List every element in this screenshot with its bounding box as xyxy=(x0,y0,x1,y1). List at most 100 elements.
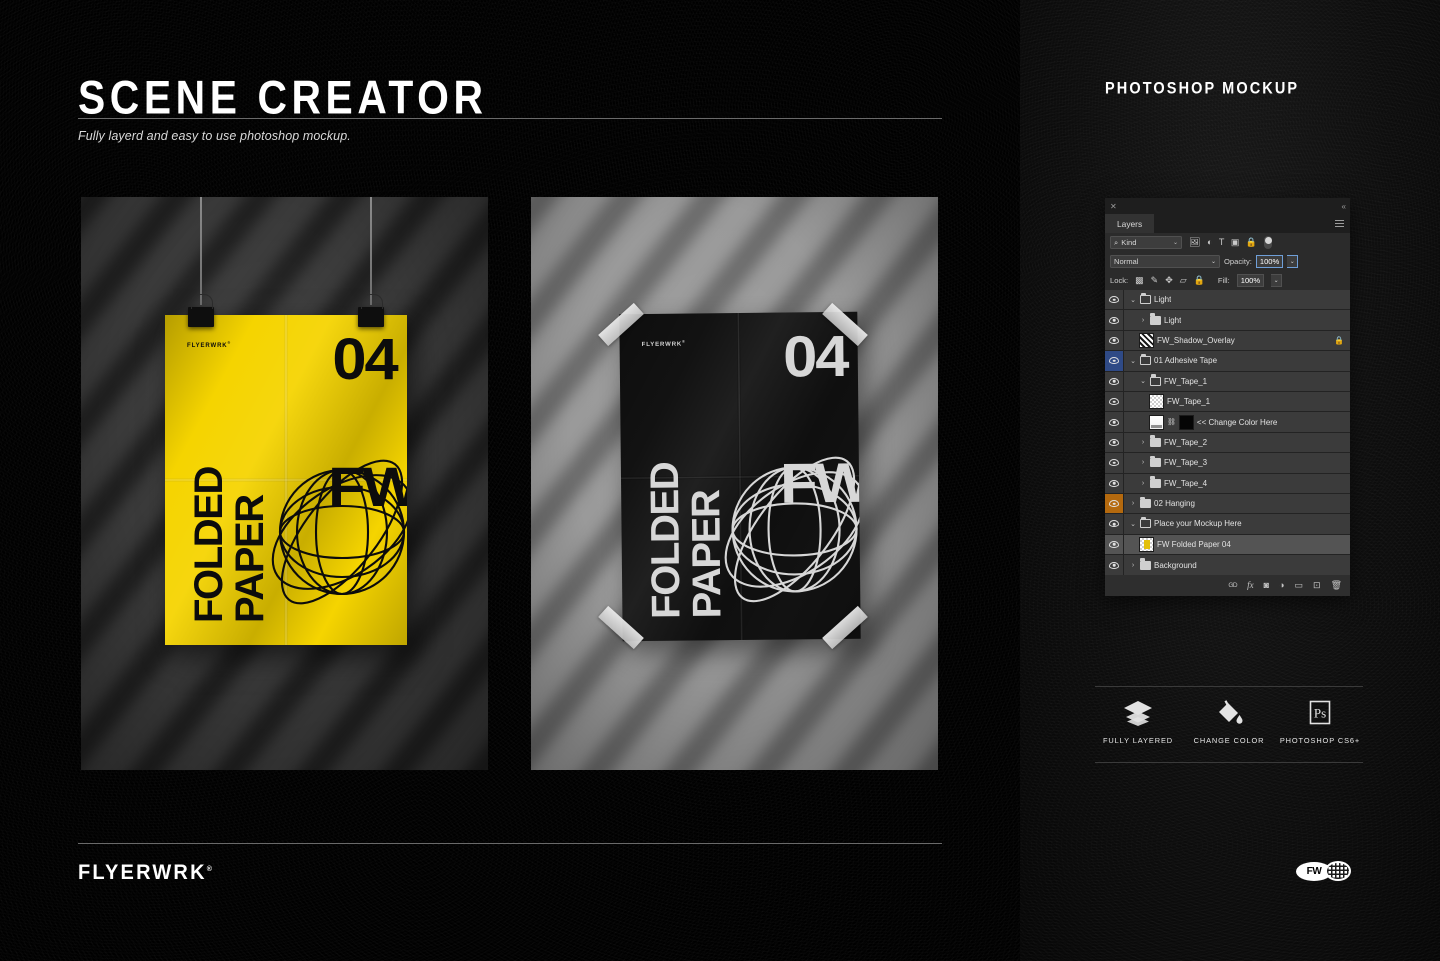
layer-name: << Change Color Here xyxy=(1196,417,1278,427)
add-layer-style-fx-icon[interactable]: fx xyxy=(1247,581,1254,590)
feature-fully-layered: FULLY LAYERED xyxy=(1095,700,1181,745)
tab-layers[interactable]: Layers xyxy=(1105,214,1155,233)
layer-row[interactable]: › 02 Hanging xyxy=(1105,493,1350,515)
layer-row[interactable]: FW_Tape_1 xyxy=(1105,391,1350,413)
panel-menu-button[interactable] xyxy=(1335,214,1350,233)
poster-scene-black: FLYERWRK® 04 FW FOLDED PAPER xyxy=(531,197,938,770)
layer-visibility-toggle[interactable] xyxy=(1105,391,1124,412)
chevron-down-icon[interactable]: ⌄ xyxy=(1129,296,1137,304)
link-layers-icon[interactable]: GD xyxy=(1228,582,1237,590)
layer-name: 01 Adhesive Tape xyxy=(1154,356,1218,366)
layer-row[interactable]: › FW_Tape_3 xyxy=(1105,453,1350,474)
close-icon[interactable]: ✕ xyxy=(1110,202,1117,211)
layer-visibility-toggle[interactable] xyxy=(1105,514,1124,534)
layer-visibility-toggle[interactable] xyxy=(1105,555,1124,576)
layer-visibility-toggle[interactable] xyxy=(1105,371,1124,391)
chevron-right-icon[interactable]: › xyxy=(1139,317,1147,324)
collapse-panel-icon[interactable]: « xyxy=(1342,202,1347,211)
layer-row-body: ⛓ << Change Color Here xyxy=(1124,412,1350,431)
chevron-right-icon[interactable]: › xyxy=(1129,562,1137,569)
shape-layer-filter-icon[interactable]: ▣ xyxy=(1231,238,1240,247)
type-layer-filter-icon[interactable]: T xyxy=(1219,238,1225,247)
new-adjustment-layer-icon[interactable]: ◑ xyxy=(1279,581,1284,590)
layer-row[interactable]: › Light xyxy=(1105,310,1350,331)
layer-visibility-toggle[interactable] xyxy=(1105,493,1124,514)
binder-clip-left[interactable] xyxy=(188,294,214,327)
layer-visibility-toggle[interactable] xyxy=(1105,351,1124,371)
fill-input[interactable]: 100% xyxy=(1236,274,1265,287)
page-root: SCENE CREATOR Fully layerd and easy to u… xyxy=(0,0,1440,961)
title-divider xyxy=(78,118,942,119)
lock-transparency-icon[interactable]: ▩ xyxy=(1135,275,1144,286)
layer-row[interactable]: FW_Shadow_Overlay 🔒 xyxy=(1105,330,1350,352)
footer-brand-text: FLYERWRK xyxy=(78,861,207,885)
layer-row[interactable]: ⌄ 01 Adhesive Tape xyxy=(1105,351,1350,372)
layer-visibility-toggle[interactable] xyxy=(1105,534,1124,555)
layer-row[interactable]: › FW_Tape_4 xyxy=(1105,473,1350,494)
layer-visibility-toggle[interactable] xyxy=(1105,310,1124,330)
layer-row[interactable]: ⌄ FW_Tape_1 xyxy=(1105,371,1350,392)
poster-black[interactable]: FLYERWRK® 04 FW FOLDED PAPER xyxy=(619,311,861,642)
blend-mode-select[interactable]: Normal ⌄ xyxy=(1110,255,1220,268)
layer-name: FW_Tape_1 xyxy=(1164,376,1208,386)
lock-icon: 🔒 xyxy=(1334,335,1344,345)
layer-row[interactable]: ⛓ << Change Color Here xyxy=(1105,412,1350,433)
panel-titlebar: ✕ « xyxy=(1105,198,1350,214)
opacity-stepper-caret-icon[interactable]: ⌄ xyxy=(1287,255,1299,268)
fill-stepper-caret-icon[interactable]: ⌄ xyxy=(1271,274,1283,287)
layer-visibility-toggle[interactable] xyxy=(1105,412,1124,432)
adjustment-layer-filter-icon[interactable]: ◐ xyxy=(1207,238,1212,247)
lock-artboard-icon[interactable]: ▱ xyxy=(1180,275,1187,286)
lock-all-icon[interactable]: 🔒 xyxy=(1194,275,1205,286)
chevron-down-icon[interactable]: ⌄ xyxy=(1129,520,1137,528)
filter-kind-select[interactable]: ⌕ Kind ⌄ xyxy=(1110,236,1182,249)
hanging-string-left xyxy=(200,197,202,305)
layer-row-selected[interactable]: FW Folded Paper 04 xyxy=(1105,534,1350,556)
eye-icon xyxy=(1109,357,1119,365)
link-mask-icon[interactable]: ⛓ xyxy=(1167,418,1176,426)
layer-visibility-toggle[interactable] xyxy=(1105,453,1124,473)
delete-layer-icon[interactable]: 🗑 xyxy=(1331,581,1342,590)
chevron-right-icon[interactable]: › xyxy=(1139,439,1147,446)
layer-row[interactable]: ⌄ Place your Mockup Here xyxy=(1105,514,1350,535)
layer-visibility-toggle[interactable] xyxy=(1105,473,1124,493)
opacity-input[interactable]: 100% xyxy=(1255,255,1284,268)
eye-icon xyxy=(1109,296,1119,304)
poster-brand-text: FLYERWRK xyxy=(641,341,683,349)
panel-tab-row: Layers xyxy=(1105,214,1350,233)
layer-thumbnail xyxy=(1149,414,1164,430)
filter-kind-value: Kind xyxy=(1121,238,1137,247)
layer-list: ⌄ Light › Light FW_Shadow_Overlay 🔒 ⌄ 01… xyxy=(1105,290,1350,576)
binder-clip-right[interactable] xyxy=(358,294,384,327)
smart-object-filter-icon[interactable]: 🔒 xyxy=(1246,238,1257,247)
poster-headline-line-1: FOLDED xyxy=(187,466,231,623)
filter-enable-toggle[interactable] xyxy=(1264,236,1273,249)
folder-icon xyxy=(1140,496,1151,509)
layer-visibility-toggle[interactable] xyxy=(1105,330,1124,351)
feature-label: CHANGE COLOR xyxy=(1193,736,1265,745)
layer-name: 02 Hanging xyxy=(1154,499,1195,509)
chevron-right-icon[interactable]: › xyxy=(1139,480,1147,487)
chevron-down-icon[interactable]: ⌄ xyxy=(1129,357,1137,365)
new-group-icon[interactable]: ▭ xyxy=(1295,581,1304,590)
layer-row[interactable]: › Background xyxy=(1105,555,1350,576)
layer-row[interactable]: › FW_Tape_2 xyxy=(1105,432,1350,454)
eye-icon xyxy=(1109,459,1119,467)
lock-move-icon[interactable]: ✥ xyxy=(1165,275,1173,286)
lock-brush-icon[interactable]: ✎ xyxy=(1151,275,1159,286)
add-layer-mask-icon[interactable]: ◙ xyxy=(1264,581,1269,590)
chevron-right-icon[interactable]: › xyxy=(1139,459,1147,466)
paint-bucket-icon xyxy=(1219,700,1243,724)
layer-visibility-toggle[interactable] xyxy=(1105,432,1124,453)
layer-name: Light xyxy=(1154,295,1172,305)
feature-change-color: CHANGE COLOR xyxy=(1186,700,1272,745)
chevron-down-icon[interactable]: ⌄ xyxy=(1139,377,1147,385)
panel-bottom-toolbar: GD fx ◙ ◑ ▭ ⊡ 🗑 xyxy=(1105,575,1350,597)
new-layer-icon[interactable]: ⊡ xyxy=(1313,581,1321,590)
pixel-layer-filter-icon[interactable]: 🖼 xyxy=(1189,238,1200,247)
layer-name: Background xyxy=(1154,560,1197,570)
layer-row[interactable]: ⌄ Light xyxy=(1105,290,1350,311)
layer-visibility-toggle[interactable] xyxy=(1105,290,1124,310)
chevron-right-icon[interactable]: › xyxy=(1129,500,1137,507)
poster-yellow[interactable]: FLYERWRK® 04 FW FOLDED xyxy=(165,315,407,645)
